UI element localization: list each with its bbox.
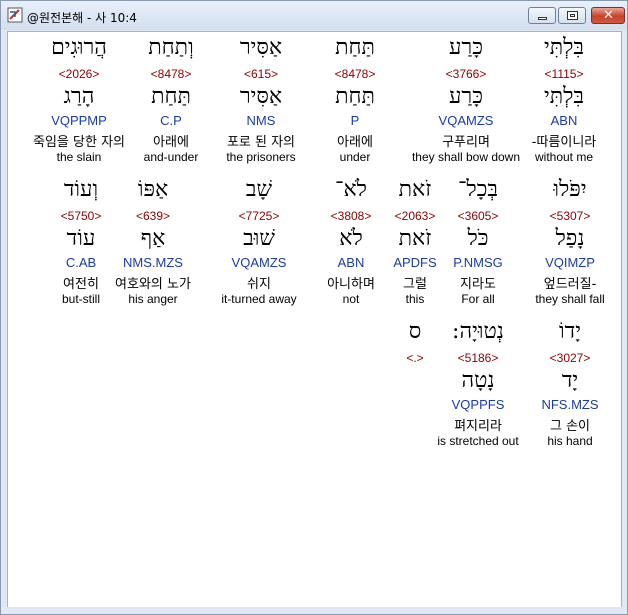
strong-number[interactable]: <3766>: [411, 67, 521, 81]
english-gloss: under: [339, 150, 371, 164]
english-gloss: is stretched out: [437, 434, 519, 448]
korean-gloss: 쉬지: [247, 277, 271, 292]
strong-number[interactable]: <.>: [360, 351, 470, 365]
interlinear-panel[interactable]: בִּלְתִּי <1115> בִּלְתִּי ABN -따름이니라 without…: [7, 31, 622, 609]
parsing-code: VQPPFS: [451, 397, 505, 412]
lexical-form: בִּלְתִּי: [543, 84, 585, 109]
maximize-icon: [567, 11, 578, 20]
hebrew-word: שָׁב: [245, 177, 273, 202]
korean-gloss: 죽임을 당한 자의: [33, 135, 125, 150]
hebrew-word: כָּרַע: [448, 35, 483, 60]
title-bar[interactable]: @원전본해 - 사 10:4 ✕: [1, 1, 627, 30]
korean-gloss: 여전히: [63, 277, 99, 292]
app-icon: [7, 7, 23, 23]
parsing-code: VQAMZS: [438, 113, 494, 128]
english-gloss: the slain: [56, 150, 102, 164]
korean-gloss: 아래에: [337, 135, 373, 150]
hebrew-word: הֲרוּגִים: [51, 35, 107, 60]
parsing-code: VQPPMP: [51, 113, 107, 128]
hebrew-word: ס: [408, 319, 422, 344]
window-title: @원전본해 - 사 10:4: [27, 11, 137, 25]
close-icon: ✕: [603, 8, 614, 23]
lexical-form: שׁוּב: [243, 226, 275, 251]
lexical-form: כָּרַע: [448, 84, 483, 109]
hebrew-word: וְעוֹד: [63, 177, 99, 202]
english-gloss: but-still: [61, 292, 100, 306]
strong-number[interactable]: <8478>: [300, 67, 410, 81]
app-window: @원전본해 - 사 10:4 ✕ בִּלְתִּי <1115> בִּלְתִּ…: [0, 0, 628, 615]
parsing-code: P: [350, 113, 360, 128]
parsing-code: ABN: [550, 113, 578, 128]
korean-gloss: 구푸리며: [442, 135, 490, 150]
lexical-form: נָטָה: [461, 368, 495, 393]
strong-number[interactable]: <7725>: [204, 209, 314, 223]
korean-gloss: -따름이니라: [531, 135, 597, 150]
hebrew-word: בִּלְתִּי: [543, 35, 585, 60]
minimize-icon: [538, 17, 547, 20]
minimize-button[interactable]: [528, 7, 556, 24]
strong-number[interactable]: <5750>: [26, 209, 136, 223]
parsing-code: C.AB: [65, 255, 97, 270]
english-gloss: without me: [534, 150, 594, 164]
lexical-form: עוֹד: [66, 226, 96, 251]
english-gloss: they shall bow down: [411, 150, 521, 164]
english-gloss: it-turned away: [221, 292, 297, 306]
window-bottom-border: [1, 607, 627, 614]
lexical-form: תַּחַת: [335, 84, 375, 109]
hebrew-word: תַּחַת: [335, 35, 375, 60]
korean-gloss: 펴지리라: [454, 419, 502, 434]
close-button[interactable]: ✕: [591, 7, 625, 24]
lexical-form: הָרַג: [63, 84, 95, 109]
maximize-button[interactable]: [558, 7, 586, 24]
strong-number[interactable]: <1115>: [509, 67, 619, 81]
parsing-code: VQAMZS: [231, 255, 287, 270]
strong-number[interactable]: <2026>: [24, 67, 134, 81]
